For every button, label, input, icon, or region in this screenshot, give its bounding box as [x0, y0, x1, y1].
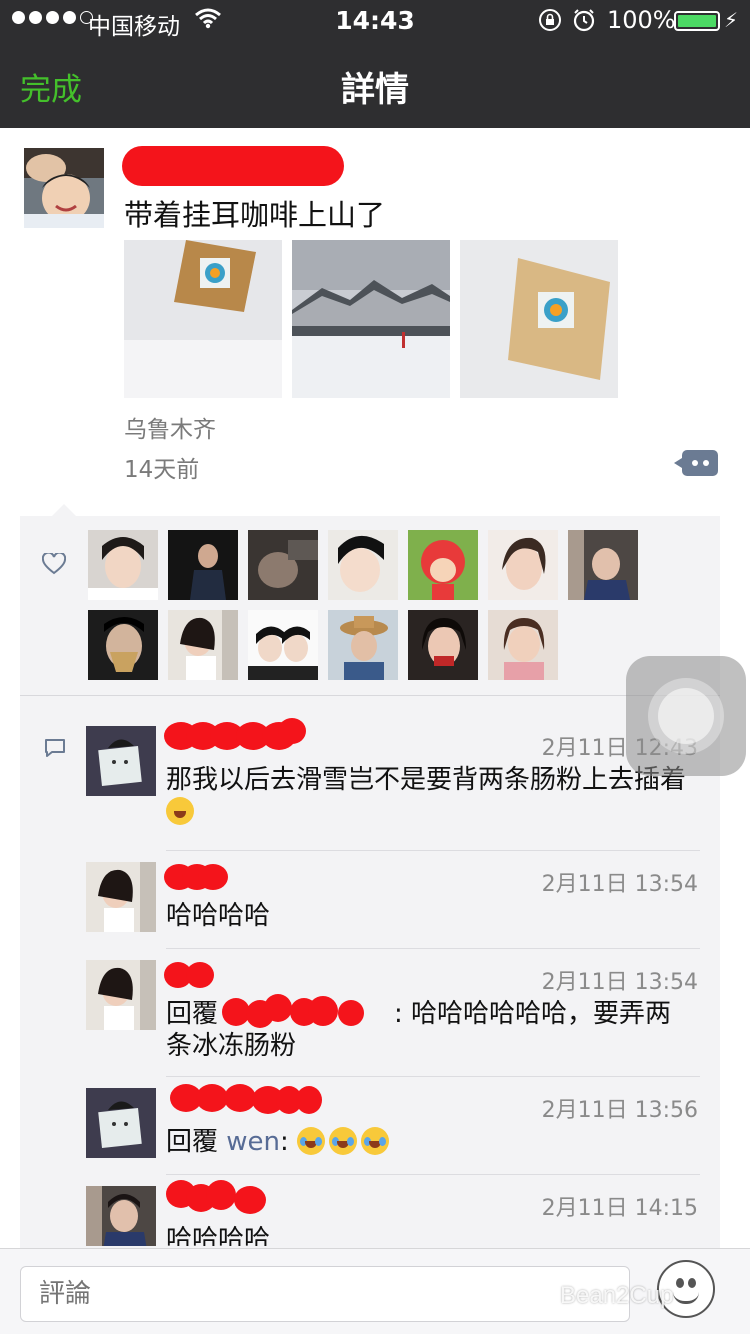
redacted-commenter-name	[234, 1186, 266, 1214]
redacted-commenter-name	[198, 864, 228, 890]
post-timestamp: 14天前	[124, 457, 200, 483]
charging-bolt-icon: ⚡	[724, 8, 739, 32]
crying-laughing-emoji-icon	[361, 1127, 390, 1155]
alarm-icon	[573, 9, 595, 32]
crying-laughing-emoji-icon	[297, 1127, 326, 1155]
panel-divider	[20, 695, 720, 696]
like-comment-menu-button[interactable]	[674, 450, 718, 476]
commenter-avatar[interactable]	[86, 1088, 156, 1158]
post-location[interactable]: 乌鲁木齐	[124, 410, 216, 444]
commenter-avatar[interactable]	[86, 960, 156, 1030]
redacted-commenter-name	[278, 718, 306, 744]
rotation-lock-icon	[539, 9, 561, 31]
crying-laughing-emoji-icon	[329, 1127, 358, 1155]
post-text: 带着挂耳咖啡上山了	[124, 198, 386, 232]
commenter-avatar[interactable]	[86, 862, 156, 932]
comment-separator	[166, 1174, 700, 1175]
redacted-commenter-name	[206, 1180, 236, 1210]
redacted-commenter-name	[296, 1086, 322, 1114]
status-bar: 中国移动 14:43 100% ⚡	[0, 0, 750, 40]
redacted-commenter-name	[186, 962, 214, 988]
comment-separator	[166, 948, 700, 949]
redacted-reply-name	[264, 994, 292, 1022]
heart-icon	[42, 553, 66, 575]
like-avatar[interactable]	[328, 610, 398, 680]
redacted-reply-name	[308, 996, 338, 1026]
comment-bubble-icon	[45, 739, 65, 757]
like-avatar[interactable]	[568, 530, 638, 600]
watermark: Bean2Cup	[560, 1282, 674, 1309]
like-avatar[interactable]	[248, 530, 318, 600]
comment-separator	[166, 850, 700, 851]
redacted-author-name	[122, 146, 344, 186]
navigation-bar: 完成 詳情	[0, 40, 750, 128]
like-avatar[interactable]	[488, 530, 558, 600]
comment-text: 回覆 wen:	[166, 1126, 686, 1158]
comment-separator	[166, 1076, 700, 1077]
comment-time: 2月11日 13:54	[541, 970, 698, 995]
like-avatar[interactable]	[168, 610, 238, 680]
battery-icon	[674, 11, 720, 31]
like-avatar[interactable]	[328, 530, 398, 600]
commenter-avatar[interactable]	[86, 1186, 156, 1246]
battery-percentage: 100%	[607, 6, 676, 34]
comment-input[interactable]	[20, 1266, 630, 1322]
thinking-emoji-icon	[166, 797, 194, 825]
post-image-1[interactable]	[124, 240, 282, 398]
assistive-touch-button[interactable]	[626, 656, 746, 776]
like-avatar[interactable]	[168, 530, 238, 600]
like-avatar[interactable]	[408, 610, 478, 680]
like-avatar[interactable]	[88, 610, 158, 680]
comment-text: 哈哈哈哈	[166, 1225, 271, 1246]
redacted-reply-name	[338, 1000, 364, 1026]
page-title: 詳情	[341, 70, 409, 110]
like-avatar[interactable]	[88, 530, 158, 600]
comment-time: 2月11日 14:15	[541, 1196, 698, 1221]
post-author-avatar[interactable]	[24, 148, 104, 228]
like-avatar[interactable]	[488, 610, 558, 680]
comment-text: 哈哈哈哈	[166, 901, 271, 931]
like-avatar[interactable]	[248, 610, 318, 680]
commenter-avatar[interactable]	[86, 726, 156, 796]
post-image-3[interactable]	[460, 240, 618, 398]
comment-time: 2月11日 13:56	[541, 1098, 698, 1123]
comment-text: 那我以后去滑雪岂不是要背两条肠粉上去插着	[166, 764, 686, 828]
reply-target-name[interactable]: wen	[226, 1127, 280, 1157]
comment-time: 2月11日 13:54	[541, 872, 698, 897]
like-avatar[interactable]	[408, 530, 478, 600]
post-image-2[interactable]	[292, 240, 450, 398]
